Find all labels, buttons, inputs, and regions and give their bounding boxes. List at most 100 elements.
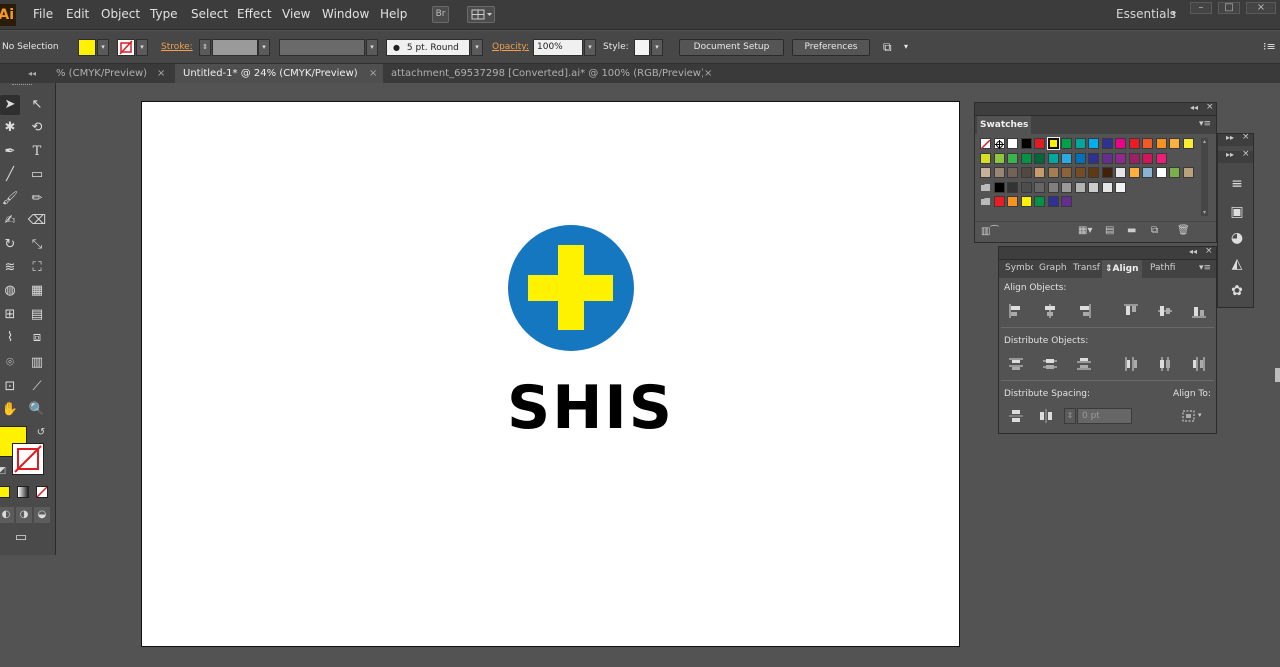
tab-close-icon[interactable]: ×	[157, 64, 165, 83]
panel-close-icon[interactable]: ×	[1206, 102, 1214, 112]
swatch[interactable]	[1101, 152, 1113, 164]
blob-brush-tool-icon[interactable]: ✍	[0, 211, 20, 231]
swatch[interactable]	[1020, 196, 1032, 207]
horizontal-distribute-center-icon[interactable]	[1157, 356, 1173, 372]
variable-width-dropdown[interactable]: ▾	[366, 39, 378, 56]
panel-menu-icon[interactable]: ▾≡	[1199, 263, 1211, 273]
graphic-style-dropdown[interactable]: ▾	[651, 39, 663, 56]
horizontal-align-center-icon[interactable]	[1042, 303, 1058, 319]
artboard-tool-icon[interactable]: ⊡	[0, 377, 20, 397]
spacing-stepper[interactable]: ⇕	[1064, 408, 1076, 424]
swatch-registration-icon[interactable]	[993, 138, 1005, 149]
panel-collapse-icon[interactable]: ◂◂	[1189, 247, 1197, 256]
menu-view[interactable]: View	[282, 7, 310, 21]
swatch[interactable]	[993, 152, 1005, 164]
horizontal-align-right-icon[interactable]	[1076, 303, 1092, 319]
gradient-tool-icon[interactable]: ▤	[27, 305, 47, 325]
appearance-panel-icon[interactable]: ◭	[1228, 256, 1246, 272]
swatch[interactable]	[1074, 138, 1086, 149]
slice-tool-icon[interactable]: ⟋	[27, 377, 47, 397]
scale-tool-icon[interactable]: ⤡	[27, 235, 47, 255]
swatch[interactable]	[1088, 167, 1099, 178]
dock-close-icon[interactable]: ×	[1242, 149, 1250, 159]
swatch[interactable]	[993, 181, 1005, 193]
swatch[interactable]	[1007, 167, 1018, 178]
swatch[interactable]	[1115, 167, 1126, 178]
tab-pathfinder[interactable]: Pathfi	[1150, 263, 1182, 273]
mesh-tool-icon[interactable]: ⊞	[0, 305, 20, 325]
bridge-button[interactable]: Br	[432, 6, 449, 23]
workspace-switcher[interactable]: Essentials	[1116, 7, 1176, 21]
horizontal-distribute-left-icon[interactable]	[1123, 356, 1139, 372]
swatch[interactable]	[1142, 152, 1153, 164]
new-color-group-icon[interactable]: ▬	[1127, 225, 1136, 236]
fill-dropdown[interactable]: ▾	[97, 39, 109, 56]
swatch[interactable]	[1061, 167, 1072, 178]
swatch[interactable]	[1128, 167, 1140, 178]
graphic-style-swatch[interactable]	[634, 39, 650, 56]
swatches-panel-header[interactable]: ◂◂ ×	[975, 102, 1216, 116]
column-graph-tool-icon[interactable]: ▥	[27, 353, 47, 373]
swatch[interactable]	[1020, 152, 1032, 164]
swatch[interactable]	[993, 167, 1005, 178]
swatch-group-folder-icon[interactable]	[980, 182, 991, 193]
swatch[interactable]	[1061, 196, 1072, 207]
opacity-field[interactable]: 100%	[533, 39, 583, 56]
swatch[interactable]	[1034, 152, 1045, 164]
line-tool-icon[interactable]: ╱	[0, 165, 20, 185]
swatch[interactable]	[1061, 181, 1072, 193]
swatch-group-folder-icon[interactable]	[980, 196, 991, 207]
draw-behind-icon[interactable]: ◑	[16, 507, 32, 523]
align-to-selection-icon[interactable]	[1181, 408, 1197, 424]
swatch[interactable]	[1007, 196, 1018, 207]
rectangle-tool-icon[interactable]: ▭	[27, 165, 47, 185]
panel-menu-icon[interactable]: ▾≡	[1199, 119, 1211, 129]
swatch[interactable]	[1115, 152, 1126, 164]
tab-close-icon[interactable]: ×	[369, 64, 377, 83]
blend-tool-icon[interactable]: ⧈	[27, 328, 47, 348]
swatch[interactable]	[1182, 138, 1194, 149]
zoom-tool-icon[interactable]: 🔍	[27, 400, 47, 420]
fill-swatch[interactable]	[78, 39, 96, 56]
swatch[interactable]	[1155, 167, 1167, 178]
swatch[interactable]	[1007, 152, 1018, 164]
swatch[interactable]	[1088, 181, 1099, 193]
swatch-none-icon[interactable]	[980, 138, 991, 150]
brush-dropdown[interactable]: ▾	[471, 39, 483, 56]
vertical-align-center-icon[interactable]	[1157, 303, 1173, 319]
swatch[interactable]	[1007, 181, 1018, 193]
swatch[interactable]	[1074, 167, 1086, 178]
dock-close-icon[interactable]: ×	[1242, 132, 1250, 142]
swatch[interactable]	[1047, 196, 1059, 207]
scroll-down-icon[interactable]: ▾	[1201, 209, 1208, 216]
swatch[interactable]	[1101, 167, 1113, 178]
eraser-tool-icon[interactable]: ⌫	[27, 211, 47, 231]
vertical-distribute-space-icon[interactable]	[1008, 408, 1024, 424]
shape-builder-tool-icon[interactable]: ◍	[0, 281, 20, 301]
swatch-options-icon[interactable]: ▤	[1105, 225, 1114, 236]
swatch[interactable]	[1020, 167, 1032, 178]
swatch[interactable]	[1034, 181, 1045, 193]
logo-text[interactable]: SHIS	[507, 373, 674, 443]
swatch[interactable]	[980, 152, 991, 164]
swatch[interactable]	[1155, 138, 1167, 149]
vertical-scroll-thumb[interactable]	[1275, 368, 1280, 382]
swatch[interactable]	[1020, 181, 1032, 193]
menu-type[interactable]: Type	[150, 7, 178, 21]
dock-expand-icon[interactable]: ▸▸	[1226, 150, 1234, 159]
type-tool-icon[interactable]: T	[27, 142, 47, 162]
swatch[interactable]	[1101, 138, 1113, 149]
show-swatch-kinds-icon[interactable]: ▦▾	[1078, 225, 1092, 236]
delete-swatch-icon[interactable]: 🗑	[1177, 225, 1190, 236]
swatch[interactable]	[1046, 137, 1060, 150]
swatch[interactable]	[1142, 138, 1153, 149]
swatch[interactable]	[1034, 167, 1045, 178]
swatch[interactable]	[1074, 152, 1086, 164]
vertical-distribute-top-icon[interactable]	[1008, 356, 1024, 372]
workspace-dropdown-icon[interactable]: ▾	[1172, 9, 1176, 18]
menu-select[interactable]: Select	[191, 7, 228, 21]
none-mode-icon[interactable]	[36, 486, 48, 498]
eyedropper-tool-icon[interactable]: ⌇	[0, 328, 20, 348]
panel-close-icon[interactable]: ×	[1205, 246, 1213, 256]
preferences-button[interactable]: Preferences	[792, 39, 870, 56]
